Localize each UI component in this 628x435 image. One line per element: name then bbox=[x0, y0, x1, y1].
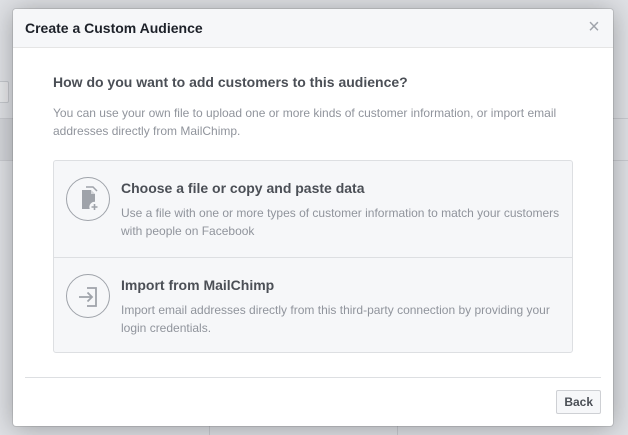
dialog-header: Create a Custom Audience × bbox=[13, 9, 613, 48]
create-custom-audience-dialog: Create a Custom Audience × How do you wa… bbox=[13, 9, 613, 426]
background-button bbox=[0, 81, 9, 103]
dialog-description: You can use your own file to upload one … bbox=[53, 106, 557, 138]
option-import-mailchimp[interactable]: Import from MailChimp Import email addre… bbox=[54, 257, 572, 352]
import-arrow-icon bbox=[66, 274, 110, 318]
close-icon[interactable]: × bbox=[586, 17, 602, 37]
option-description: Use a file with one or more types of cus… bbox=[121, 206, 560, 238]
dialog-title: Create a Custom Audience bbox=[25, 20, 203, 36]
option-title: Choose a file or copy and paste data bbox=[121, 180, 365, 196]
background-panel bbox=[0, 118, 13, 160]
option-description: Import email addresses directly from thi… bbox=[121, 303, 550, 335]
audience-source-options: Choose a file or copy and paste data Use… bbox=[53, 160, 573, 353]
file-add-icon bbox=[66, 177, 110, 221]
option-title: Import from MailChimp bbox=[121, 277, 275, 293]
option-choose-file[interactable]: Choose a file or copy and paste data Use… bbox=[54, 161, 572, 257]
footer-divider bbox=[25, 377, 601, 378]
back-button[interactable]: Back bbox=[556, 390, 601, 414]
question-heading: How do you want to add customers to this… bbox=[53, 74, 408, 90]
